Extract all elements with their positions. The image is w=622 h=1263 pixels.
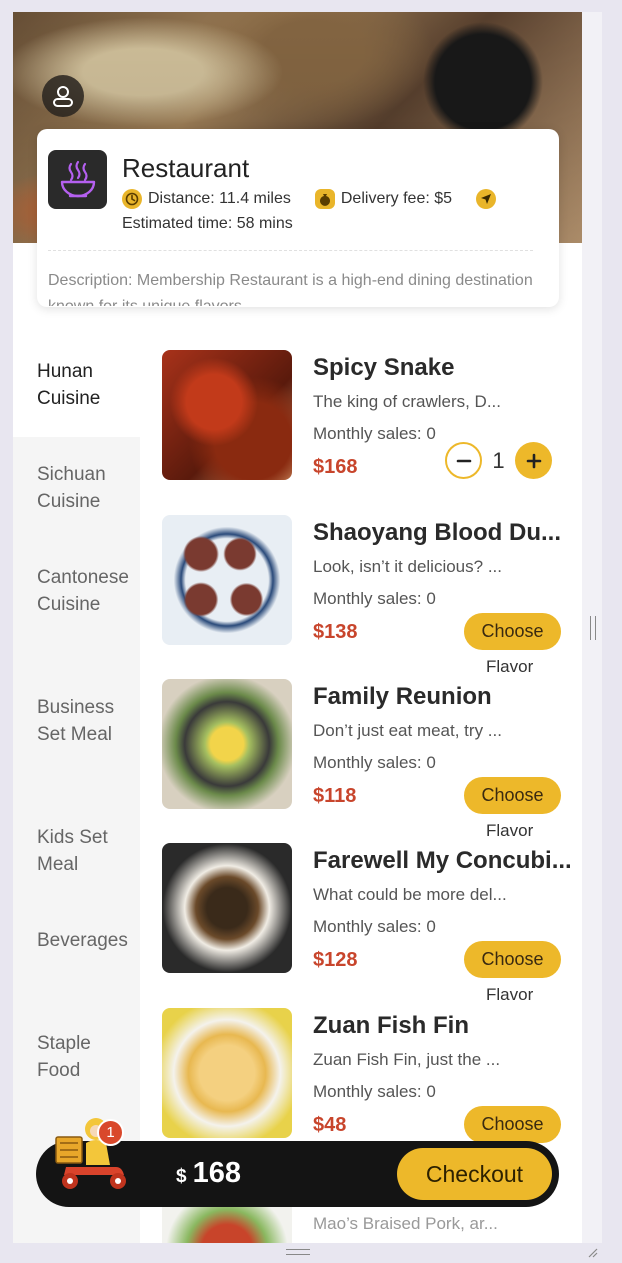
dish-price: $128 (313, 949, 358, 971)
category-label: Kids Set Meal (37, 827, 108, 875)
dish-name: Spicy Snake (313, 354, 455, 381)
restaurant-description: Description: Membership Restaurant is a … (48, 272, 533, 306)
dish-name: Farewell My Concubi... (313, 847, 572, 874)
dish-price: $118 (313, 785, 357, 807)
dish-photo (162, 843, 292, 973)
dish-item[interactable]: Farewell My Concubi... What could be mor… (162, 829, 582, 1004)
dish-name: Zuan Fish Fin (313, 1012, 469, 1039)
quantity-stepper: 1 (445, 442, 552, 479)
restaurant-logo (48, 150, 107, 209)
clock-icon (122, 189, 142, 209)
dish-photo (162, 679, 292, 809)
user-icon (53, 86, 73, 107)
distance-item: Distance: 11.4 miles (122, 189, 291, 209)
category-hunan-cuisine[interactable]: Hunan Cuisine (13, 334, 140, 437)
cart-currency: $ (176, 1166, 187, 1187)
dish-item[interactable]: Zuan Fish Fin Zuan Fish Fin, just the ..… (162, 994, 582, 1144)
category-label: Business Set Meal (37, 697, 115, 745)
dish-item[interactable]: Spicy Snake The king of crawlers, D... M… (162, 336, 582, 486)
app-frame: Restaurant Distance: 11.4 miles Delivery… (13, 12, 582, 1243)
category-beverages[interactable]: Beverages (13, 903, 140, 1006)
dish-description: What could be more del... (313, 885, 507, 904)
dish-sales: Monthly sales: 0 (313, 424, 436, 443)
restaurant-info-card: Restaurant Distance: 11.4 miles Delivery… (37, 129, 559, 307)
distance-text: Distance: 11.4 miles (148, 190, 291, 207)
courier-scooter-icon[interactable] (38, 1103, 130, 1195)
choose-flavor-button[interactable]: Choose (464, 941, 561, 978)
dish-description: Look, isn’t it delicious? ... (313, 557, 502, 576)
bowl-icon (60, 160, 95, 197)
category-kids-set-meal[interactable]: Kids Set Meal (13, 800, 140, 903)
restaurant-meta-row: Distance: 11.4 miles Delivery fee: $5 (122, 189, 502, 209)
increase-button[interactable] (515, 442, 552, 479)
card-divider (48, 250, 533, 251)
estimated-time: Estimated time: 58 mins (122, 215, 293, 232)
category-sichuan-cuisine[interactable]: Sichuan Cuisine (13, 437, 140, 540)
dish-price: $48 (313, 1114, 347, 1136)
category-label: Cantonese Cuisine (37, 567, 129, 615)
navigation-icon[interactable] (476, 189, 497, 209)
choose-flavor-button[interactable]: Choose (464, 1106, 561, 1143)
restaurant-title: Restaurant (122, 153, 250, 183)
cart-total: $168 (176, 1157, 241, 1190)
dish-photo (162, 515, 292, 645)
dish-item[interactable]: Shaoyang Blood Du... Look, isn’t it deli… (162, 501, 582, 676)
resize-grip-icon[interactable] (586, 1246, 598, 1258)
checkout-button[interactable]: Checkout (397, 1148, 552, 1200)
category-staple-food[interactable]: Staple Food (13, 1006, 140, 1109)
dish-sales: Monthly sales: 0 (313, 917, 436, 936)
dish-description: The king of crawlers, D... (313, 392, 502, 411)
dish-description: Don’t just eat meat, try ... (313, 721, 502, 740)
dish-photo (162, 350, 292, 480)
dish-sales: Monthly sales: 0 (313, 753, 436, 772)
decrease-button[interactable] (445, 442, 482, 479)
dish-description: Zuan Fish Fin, just the ... (313, 1050, 501, 1069)
dish-description: Mao’s Braised Pork, ar... (313, 1214, 498, 1233)
category-label: Hunan Cuisine (37, 361, 101, 409)
category-business-set-meal[interactable]: Business Set Meal (13, 670, 140, 800)
user-avatar-button[interactable] (42, 75, 84, 117)
choose-flavor-button[interactable]: Choose (464, 613, 561, 650)
minus-icon (456, 459, 471, 462)
dish-price: $168 (313, 456, 358, 478)
category-cantonese-cuisine[interactable]: Cantonese Cuisine (13, 540, 140, 670)
dish-price: $138 (313, 621, 358, 643)
category-label: Staple Food (37, 1033, 91, 1081)
cart-badge: 1 (97, 1119, 124, 1146)
delivery-fee-text: Delivery fee: $5 (340, 190, 453, 207)
category-label: Beverages (37, 930, 128, 951)
dish-sales: Monthly sales: 0 (313, 1082, 436, 1101)
plus-icon (526, 453, 541, 468)
bottom-resize-handle[interactable] (286, 1249, 310, 1255)
dish-photo (162, 1008, 292, 1138)
cart-amount: 168 (192, 1157, 241, 1189)
dish-name: Shaoyang Blood Du... (313, 519, 562, 546)
quantity-value: 1 (492, 447, 505, 473)
choose-flavor-button[interactable]: Choose (464, 777, 561, 814)
delivery-fee-item: Delivery fee: $5 (314, 189, 453, 209)
dish-item[interactable]: Family Reunion Don’t just eat meat, try … (162, 665, 582, 840)
money-bag-icon (314, 189, 335, 209)
splitter-handle[interactable] (590, 616, 596, 640)
dish-name: Family Reunion (313, 683, 492, 710)
dish-sales: Monthly sales: 0 (313, 589, 436, 608)
category-label: Sichuan Cuisine (37, 464, 106, 512)
